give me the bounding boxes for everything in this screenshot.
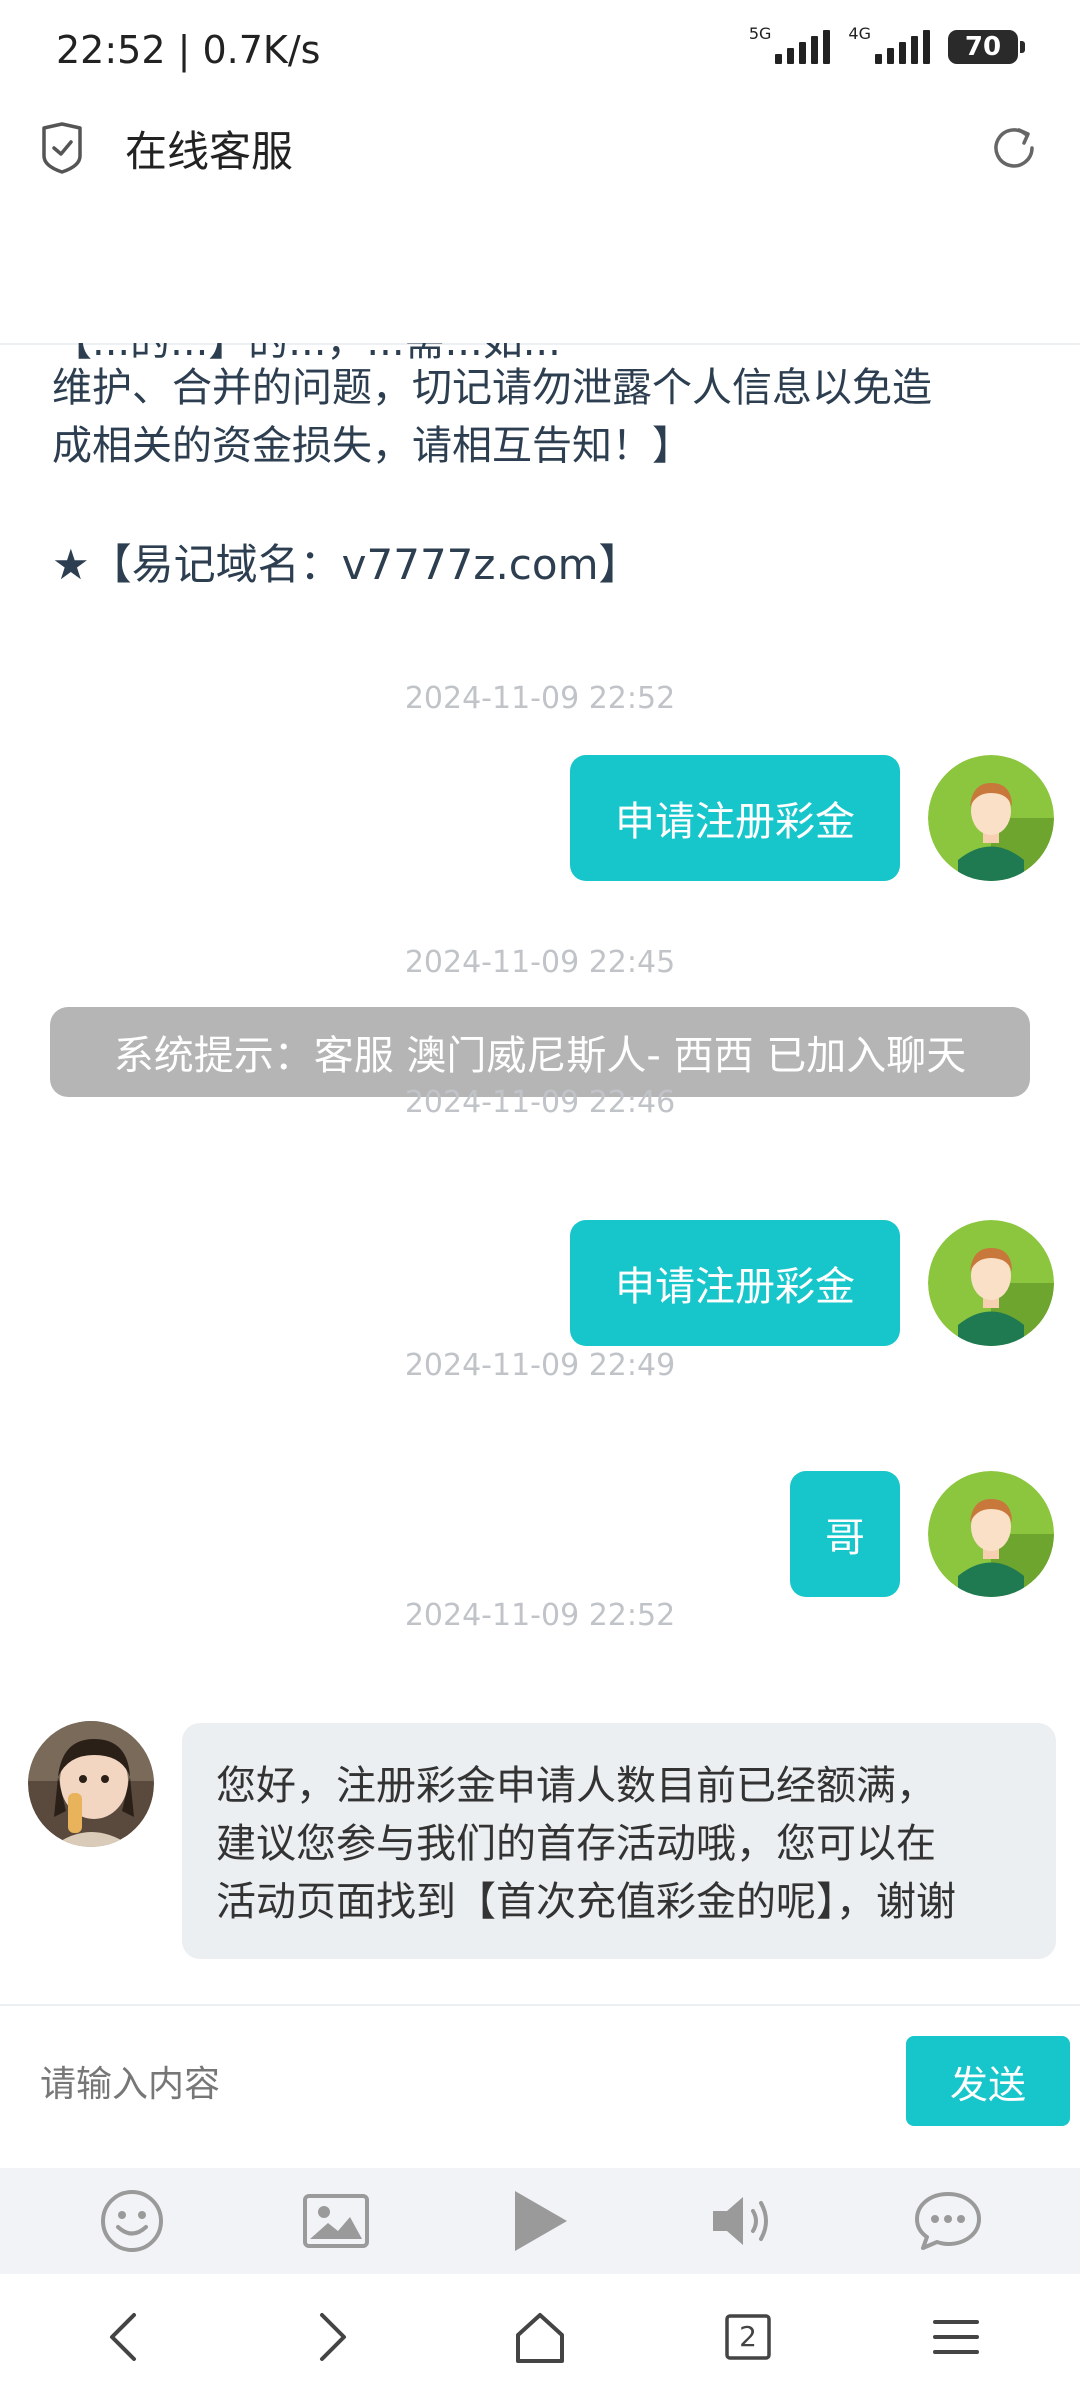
system-message: 系统提示：客服 澳门威尼斯人- 西西 已加入聊天	[50, 1007, 1030, 1097]
shield-check-icon	[42, 122, 82, 174]
user-avatar	[928, 1220, 1054, 1346]
user-avatar-icon	[928, 1471, 1054, 1597]
timestamp: 2024-11-09 22:46	[404, 1085, 676, 1120]
timestamp: 2024-11-09 22:52	[404, 681, 676, 716]
forward-icon[interactable]	[287, 2292, 377, 2382]
user-avatar-icon	[928, 755, 1054, 881]
send-button[interactable]: 发送	[906, 2036, 1070, 2126]
user-avatar	[928, 755, 1054, 881]
network-5g-label: 5G	[748, 23, 772, 43]
chat-bubble-icon[interactable]	[908, 2181, 988, 2261]
notice-line: 成相关的资金损失，请相互告知！】	[52, 423, 692, 469]
agent-message-line: 您好，注册彩金申请人数目前已经额满，	[216, 1763, 936, 1809]
status-bar: 22:52 | 0.7K/s 5G 4G 70	[0, 0, 1080, 100]
domain-notice: ★【易记域名：v7777z.com】	[52, 540, 641, 589]
timestamp: 2024-11-09 22:52	[404, 1598, 676, 1633]
home-icon[interactable]	[495, 2292, 585, 2382]
user-message-bubble[interactable]: 申请注册彩金	[570, 755, 900, 881]
user-avatar	[928, 1471, 1054, 1597]
tabs-icon[interactable]: 2	[703, 2292, 793, 2382]
agent-avatar-photo	[28, 1721, 154, 1847]
refresh-icon[interactable]	[986, 120, 1042, 176]
user-message-bubble[interactable]: 哥	[790, 1471, 900, 1597]
image-icon[interactable]	[296, 2181, 376, 2261]
back-icon[interactable]	[79, 2292, 169, 2382]
battery-icon: 70	[948, 30, 1025, 64]
menu-icon[interactable]	[911, 2292, 1001, 2382]
chat-messages[interactable]: 【...的...】的...，...需...如... 维护、合并的问题，切记请勿泄…	[0, 343, 1080, 1998]
speaker-icon[interactable]	[704, 2181, 784, 2261]
message-input-bar: 发送	[0, 2004, 1080, 2167]
agent-message-line: 建议您参与我们的首存活动哦，您可以在	[216, 1821, 936, 1867]
notice-line: 维护、合并的问题，切记请勿泄露个人信息以免造	[52, 365, 932, 411]
status-time: 22:52 | 0.7K/s	[56, 28, 321, 72]
signal-5g-icon	[775, 30, 831, 64]
agent-message-bubble[interactable]: 您好，注册彩金申请人数目前已经额满， 建议您参与我们的首存活动哦，您可以在 活动…	[182, 1723, 1056, 1959]
browser-nav-bar: 2	[0, 2274, 1080, 2400]
agent-message-line: 活动页面找到【首次充值彩金的呢】，谢谢	[216, 1879, 956, 1925]
user-avatar-icon	[928, 1220, 1054, 1346]
app-header: 在线客服	[0, 100, 1080, 200]
chat-toolbar	[0, 2168, 1080, 2274]
timestamp: 2024-11-09 22:45	[404, 945, 676, 980]
message-input[interactable]	[40, 2044, 860, 2124]
user-message-bubble[interactable]: 申请注册彩金	[570, 1220, 900, 1346]
timestamp: 2024-11-09 22:49	[404, 1348, 676, 1383]
signal-4g-icon	[875, 30, 930, 64]
notice-text: 维护、合并的问题，切记请勿泄露个人信息以免造 成相关的资金损失，请相互告知！】	[52, 359, 1032, 475]
emoji-icon[interactable]	[92, 2181, 172, 2261]
agent-avatar	[28, 1721, 154, 1847]
page-title: 在线客服	[125, 127, 294, 176]
network-4g-label: 4G	[848, 23, 871, 43]
status-indicators: 5G 4G 70	[749, 24, 1025, 64]
play-icon[interactable]	[500, 2181, 580, 2261]
tab-count: 2	[739, 2320, 757, 2353]
